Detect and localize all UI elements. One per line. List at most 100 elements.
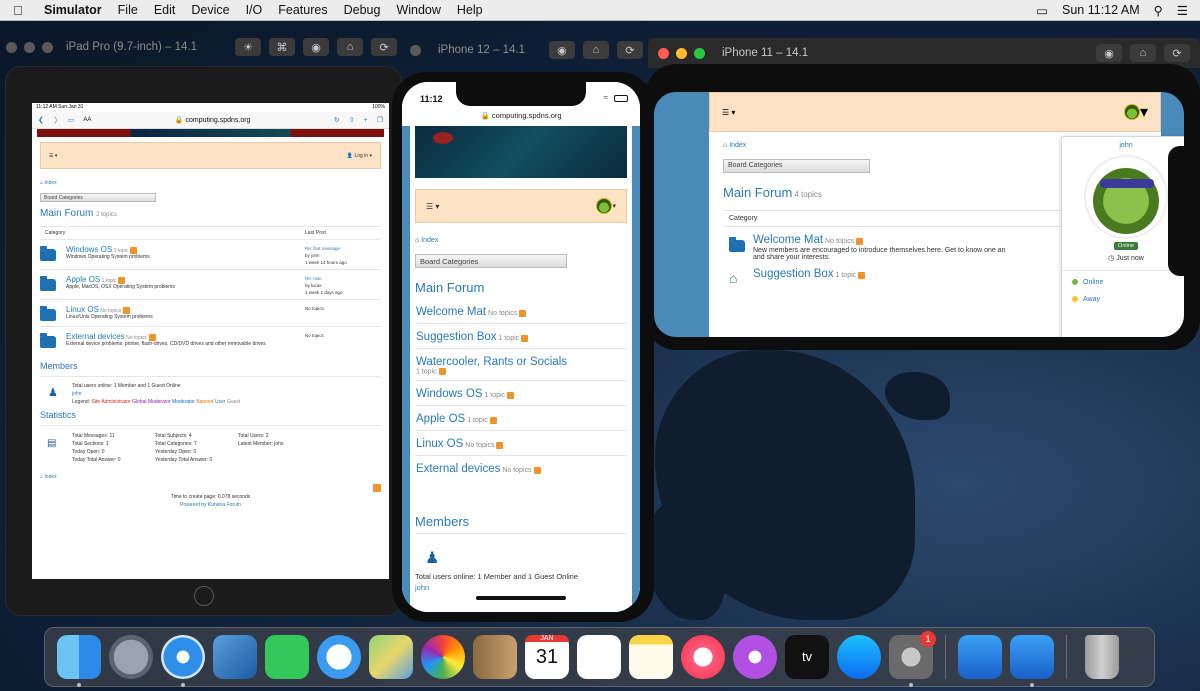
rss-icon[interactable] (507, 392, 515, 399)
control-center-icon[interactable]: ☰ (1177, 3, 1188, 18)
forward-icon[interactable]: ❯ (53, 116, 59, 124)
new-tab-icon[interactable]: + (364, 117, 368, 124)
iphone12-window-titlebar[interactable]: iPhone 12 – 14.1 ◉ ⌂ ⟳ (410, 40, 650, 60)
forum-title[interactable]: Main Forum (415, 280, 627, 295)
last-post-link[interactable]: Re: first message (305, 245, 381, 252)
rss-icon[interactable] (438, 368, 446, 375)
board-name[interactable]: External devices (416, 463, 500, 475)
close-button[interactable] (658, 47, 669, 59)
online-user-link[interactable]: john (72, 390, 240, 398)
music-icon[interactable] (681, 635, 725, 679)
breadcrumb-index-link[interactable]: Index (44, 180, 56, 186)
screenshot-icon[interactable]: ◉ (1096, 44, 1122, 62)
breadcrumb-index-link[interactable]: Index (729, 142, 746, 149)
home-button[interactable] (194, 586, 214, 606)
share-icon[interactable]: ⇧ (349, 116, 355, 124)
menubar-clock[interactable]: Sun 11:12 AM (1062, 3, 1140, 17)
board-name[interactable]: Suggestion Box (416, 331, 497, 343)
menu-features[interactable]: Features (270, 3, 335, 17)
back-icon[interactable]: ❮ (38, 116, 44, 124)
board-name[interactable]: Watercooler, Rants or Socials (416, 356, 567, 368)
messages-icon[interactable] (317, 635, 361, 679)
user-menu-button[interactable]: ▾ (596, 198, 616, 214)
board-item[interactable]: Windows OS 1 topic (415, 381, 627, 407)
forum-title-text[interactable]: Main Forum (40, 208, 93, 219)
launchpad-icon[interactable] (109, 635, 153, 679)
home-indicator[interactable] (476, 596, 566, 600)
board-item[interactable]: Suggestion Box 1 topic (415, 324, 627, 349)
menu-help[interactable]: Help (449, 3, 491, 17)
board-name[interactable]: Windows OS (66, 245, 112, 254)
rss-icon[interactable] (533, 467, 541, 474)
menu-io[interactable]: I/O (238, 3, 271, 17)
board-name[interactable]: Welcome Mat (416, 306, 486, 318)
board-name[interactable]: Suggestion Box (753, 268, 834, 280)
online-user-link[interactable]: john (415, 583, 627, 592)
footer-index-link[interactable]: Index (44, 474, 56, 480)
home-icon[interactable]: ⌂ (1130, 44, 1156, 62)
facetime-icon[interactable] (265, 635, 309, 679)
board-categories-select[interactable]: Board Categories (40, 193, 156, 202)
board-name[interactable]: External devices (66, 332, 125, 341)
screenshot-icon[interactable]: ◉ (303, 38, 330, 56)
menu-simulator[interactable]: Simulator (36, 3, 110, 17)
tabs-icon[interactable]: ❐ (377, 116, 383, 124)
apple-tv-icon[interactable]: tv (785, 635, 829, 679)
dropdown-username[interactable]: john (1062, 142, 1184, 149)
close-button[interactable] (410, 44, 421, 56)
board-name[interactable]: Linux OS (416, 438, 463, 450)
board-row[interactable]: Linux OS No topics Linux/Unix Operating … (40, 299, 381, 326)
trash-icon[interactable] (1085, 635, 1119, 679)
system-preferences-icon[interactable]: 1 (889, 631, 936, 687)
rss-icon[interactable] (123, 307, 131, 315)
close-button[interactable] (6, 41, 17, 53)
minimize-button[interactable] (676, 47, 687, 59)
board-row[interactable]: Apple OS 1 topic Apple, MacOS, OSX Opera… (40, 269, 381, 299)
simulator-app-icon[interactable] (1010, 635, 1054, 687)
status-online-item[interactable]: Online (1072, 279, 1180, 286)
menu-window[interactable]: Window (388, 3, 448, 17)
xcode-icon[interactable] (958, 635, 1002, 679)
menu-device[interactable]: Device (183, 3, 237, 17)
rotate-icon[interactable]: ⟳ (371, 38, 398, 56)
home-icon[interactable]: ⌂ (582, 41, 609, 59)
calendar-icon[interactable]: JAN 31 (525, 635, 569, 679)
board-item[interactable]: Watercooler, Rants or Socials 1 topic (415, 349, 627, 382)
text-size-button[interactable]: AA (83, 117, 91, 123)
photos-icon[interactable] (421, 635, 465, 679)
rss-icon[interactable] (496, 442, 504, 449)
board-name[interactable]: Linux OS (66, 305, 99, 314)
board-row[interactable]: External devices No topics External devi… (40, 326, 381, 353)
rss-icon[interactable] (856, 237, 864, 245)
board-categories-select[interactable]: Board Categories (723, 159, 870, 173)
status-away-item[interactable]: Away (1072, 296, 1180, 303)
zoom-button[interactable] (42, 41, 53, 53)
brightness-icon[interactable]: ☀ (235, 38, 262, 56)
board-item[interactable]: Linux OS No topics (415, 431, 627, 457)
shake-icon[interactable]: ⌘ (269, 38, 296, 56)
board-item[interactable]: Apple OS 1 topic (415, 406, 627, 432)
contacts-icon[interactable] (473, 635, 517, 679)
rotate-icon[interactable]: ⟳ (1164, 44, 1190, 62)
rss-icon[interactable] (118, 277, 126, 285)
user-profile-avatar[interactable] (1084, 155, 1168, 239)
user-menu-button[interactable]: ▾ (1123, 102, 1148, 122)
mail-icon[interactable] (213, 635, 257, 679)
forum-title-text[interactable]: Main Forum (723, 185, 792, 200)
spotlight-search-icon[interactable]: ⚲ (1154, 3, 1163, 18)
board-item[interactable]: External devices No topics (415, 456, 627, 480)
app-store-icon[interactable] (837, 635, 881, 679)
menu-toggle-icon[interactable]: ☰ ▾ (426, 202, 439, 211)
apple-menu-icon[interactable]:  (0, 3, 36, 18)
rss-icon[interactable] (130, 247, 138, 255)
home-icon[interactable]: ⌂ (337, 38, 364, 56)
menu-toggle-icon[interactable]: ☰ ▾ (49, 153, 57, 159)
menu-file[interactable]: File (110, 3, 146, 17)
zoom-button[interactable] (694, 47, 705, 59)
menu-edit[interactable]: Edit (146, 3, 184, 17)
rotate-icon[interactable]: ⟳ (616, 41, 643, 59)
rss-icon[interactable] (521, 334, 529, 342)
menu-toggle-icon[interactable]: ☰ ▾ (722, 108, 735, 117)
board-name[interactable]: Windows OS (416, 388, 482, 400)
board-name[interactable]: Apple OS (416, 413, 465, 425)
